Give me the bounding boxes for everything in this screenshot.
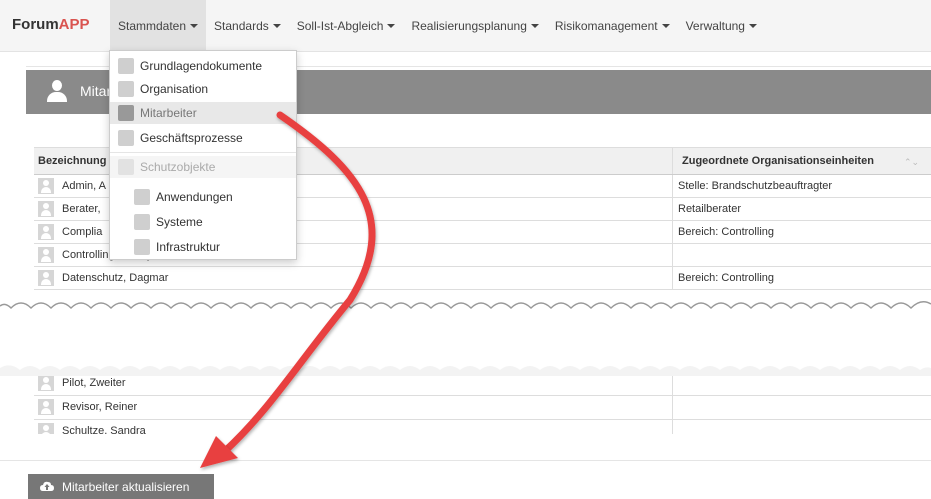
nav-soll-ist-abgleich[interactable]: Soll-Ist-Abgleich xyxy=(289,0,404,52)
footer-divider xyxy=(0,460,931,461)
nav-standards[interactable]: Standards xyxy=(206,0,289,52)
avatar-icon xyxy=(38,224,54,240)
table-row[interactable]: Schultze, Sandra xyxy=(34,420,931,434)
caret-down-icon xyxy=(661,24,670,28)
user-icon xyxy=(46,78,68,104)
arrow-right-icon xyxy=(118,130,134,146)
avatar-icon xyxy=(38,178,54,194)
column-header-org-units[interactable]: Zugeordnete Organisationseinheiten xyxy=(682,155,874,167)
document-icon xyxy=(118,58,134,74)
avatar-icon xyxy=(38,270,54,286)
caret-down-icon xyxy=(272,24,281,28)
avatar-icon xyxy=(38,423,54,434)
update-button-label: Mitarbeiter aktualisieren xyxy=(62,479,190,494)
caret-down-icon xyxy=(387,24,396,28)
menu-item-infrastruktur[interactable]: Infrastruktur xyxy=(110,236,296,258)
column-header-bezeichnung[interactable]: Bezeichnung xyxy=(38,155,106,167)
menu-item-grundlagendokumente[interactable]: Grundlagendokumente xyxy=(110,55,296,77)
menu-item-organisation[interactable]: Organisation xyxy=(110,78,296,100)
cloud-upload-icon xyxy=(40,481,54,491)
nav-risikomanagement[interactable]: Risikomanagement xyxy=(547,0,678,52)
menu-item-mitarbeiter[interactable]: Mitarbeiter xyxy=(110,102,296,124)
menu-item-systeme[interactable]: Systeme xyxy=(110,211,296,233)
menu-item-geschaeftsprozesse[interactable]: Geschäftsprozesse xyxy=(110,127,296,149)
table-row[interactable]: Datenschutz, Dagmar Bereich: Controlling xyxy=(34,267,931,290)
nav-realisierungsplanung[interactable]: Realisierungsplanung xyxy=(403,0,546,52)
user-icon xyxy=(118,105,134,121)
app-brand[interactable]: ForumAPP xyxy=(12,16,90,33)
stammdaten-dropdown: Grundlagendokumente Organisation Mitarbe… xyxy=(109,50,297,260)
top-navbar: ForumAPP Stammdaten Standards Soll-Ist-A… xyxy=(0,0,931,52)
main-nav: Stammdaten Standards Soll-Ist-Abgleich R… xyxy=(110,0,765,52)
menu-item-schutzobjekte: Schutzobjekte xyxy=(110,156,296,178)
brand-app: APP xyxy=(58,16,90,33)
update-employees-button[interactable]: Mitarbeiter aktualisieren xyxy=(28,474,214,499)
monitor-icon xyxy=(134,214,150,230)
nav-stammdaten[interactable]: Stammdaten xyxy=(110,0,207,52)
gear-icon xyxy=(134,189,150,205)
avatar-icon xyxy=(38,399,54,415)
employee-table-continued: Pilot, Zweiter Revisor, Reiner Schultze,… xyxy=(34,372,931,434)
avatar-icon xyxy=(38,201,54,217)
menu-item-anwendungen[interactable]: Anwendungen xyxy=(110,186,296,208)
sort-icon[interactable]: ⌃⌄ xyxy=(904,157,919,168)
nav-verwaltung[interactable]: Verwaltung xyxy=(678,0,765,52)
list-icon xyxy=(118,159,134,175)
caret-down-icon xyxy=(748,24,757,28)
torn-edge-top xyxy=(0,296,931,310)
caret-down-icon xyxy=(190,24,199,28)
avatar-icon xyxy=(38,247,54,263)
brand-forum: Forum xyxy=(12,16,59,33)
caret-down-icon xyxy=(530,24,539,28)
org-chart-icon xyxy=(118,81,134,97)
building-icon xyxy=(134,239,150,255)
torn-edge-bottom xyxy=(0,365,931,376)
table-row[interactable]: Revisor, Reiner xyxy=(34,396,931,420)
